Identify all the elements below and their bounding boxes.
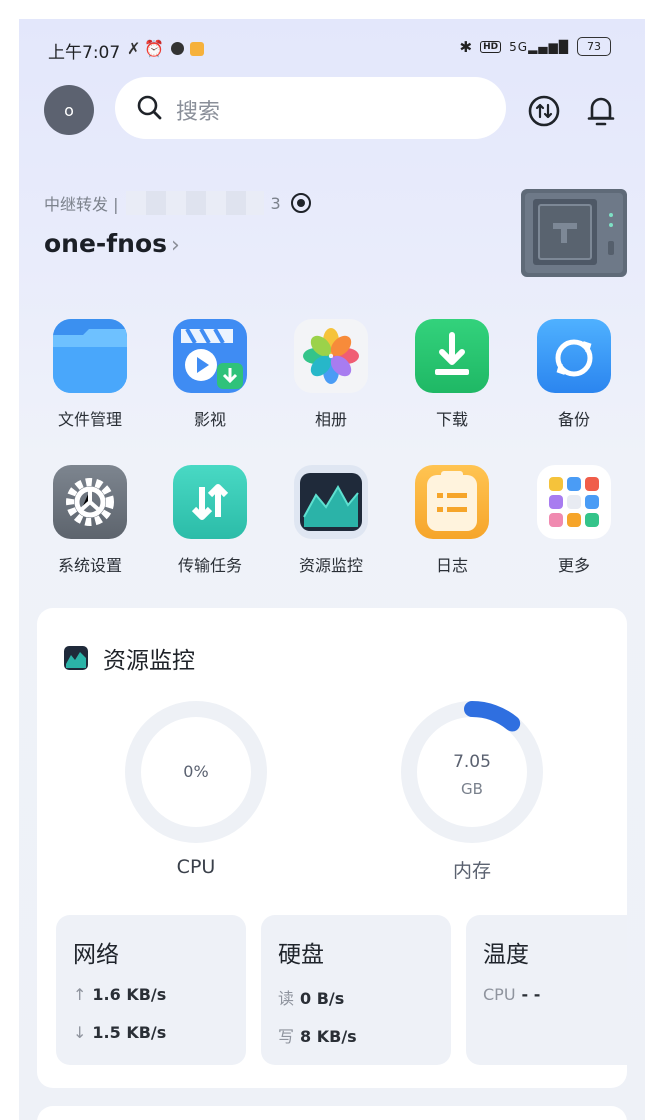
network-title: 网络 (73, 942, 119, 968)
memory-gauge-ring (401, 701, 543, 843)
app-label: 传输任务 (177, 556, 242, 575)
app-resource-monitor[interactable]: 资源监控 (279, 465, 383, 576)
nas-device-image (521, 189, 627, 277)
connection-info: 中继转发 | 3 (44, 191, 313, 215)
cpu-label: CPU (176, 856, 216, 878)
film-icon (173, 319, 247, 393)
disk-stat-card[interactable]: 硬盘 读 0 B/s 写 8 KB/s (261, 915, 451, 1065)
app-label: 影视 (193, 410, 226, 429)
app-label: 备份 (557, 410, 590, 429)
download-icon (415, 319, 489, 393)
app-label: 更多 (557, 556, 590, 575)
temperature-stat-card[interactable]: 温度 CPU - - (466, 915, 627, 1065)
memory-value: 7.05 (453, 752, 491, 772)
battery-level: 73 (587, 40, 601, 53)
hd-voice-icon: HD (480, 40, 502, 53)
connection-label: 中继转发 | (44, 195, 119, 214)
app-log[interactable]: 日志 (400, 465, 504, 576)
dnd-off-icon: ✗ (127, 39, 145, 58)
signal-icon: 5G▂▄▆█ (509, 39, 569, 54)
arrow-up-icon: ↑ (73, 985, 87, 1004)
app-photos[interactable]: 相册 (279, 319, 383, 430)
transfer-status-icon[interactable] (526, 93, 562, 129)
card-title: 资源监控 (63, 641, 195, 675)
disk-write: 写 8 KB/s (278, 1023, 357, 1047)
status-time: 上午7:07 (48, 43, 121, 63)
app-label: 日志 (435, 556, 468, 575)
bluetooth-icon: ✱ (459, 37, 473, 56)
app-more[interactable]: 更多 (522, 465, 626, 576)
chevron-right-icon: › (171, 233, 180, 258)
memory-unit: GB (461, 780, 483, 798)
disk-write-value: 8 KB/s (300, 1027, 357, 1046)
disk-read-value: 0 B/s (300, 989, 345, 1008)
network-upload: ↑ 1.6 KB/s (73, 985, 166, 1004)
temperature-title: 温度 (483, 942, 529, 968)
disk-read-label: 读 (278, 989, 295, 1008)
device-name: one-fnos (44, 229, 168, 258)
app-notification-icon (171, 42, 185, 55)
app-file-manager[interactable]: 文件管理 (38, 319, 142, 430)
app-notification-icon-2 (190, 42, 205, 56)
folder-icon (53, 319, 127, 393)
app-label: 资源监控 (298, 556, 363, 575)
memory-gauge: 7.05 GB (400, 700, 544, 844)
status-notification-icons: ✗⏰ (127, 39, 205, 58)
network-stat-card[interactable]: 网络 ↑ 1.6 KB/s ↓ 1.5 KB/s (56, 915, 246, 1065)
app-label: 下载 (435, 410, 468, 429)
photos-icon (294, 319, 368, 393)
app-video[interactable]: 影视 (158, 319, 262, 430)
network-upload-value: 1.6 KB/s (92, 985, 167, 1004)
log-icon (415, 465, 489, 539)
resource-monitor-card[interactable]: 资源监控 0% CPU 7.05 GB 内存 网络 ↑ 1.6 KB/s ↓ 1.5… (37, 608, 627, 1088)
alarm-icon: ⏰ (144, 39, 169, 58)
app-label: 系统设置 (57, 556, 122, 575)
network-type: 5G (509, 39, 529, 54)
disk-write-label: 写 (278, 1027, 295, 1046)
masked-address-suffix: 3 (270, 193, 281, 213)
app-label: 相册 (314, 410, 347, 429)
memory-label: 内存 (452, 860, 491, 882)
app-download[interactable]: 下载 (400, 319, 504, 430)
status-bar: 上午7:07 ✗⏰ ✱ HD 5G▂▄▆█ 73 (19, 19, 645, 77)
network-download: ↓ 1.5 KB/s (73, 1023, 166, 1042)
more-apps-icon (537, 465, 611, 539)
card-title-text: 资源监控 (103, 648, 195, 674)
network-download-value: 1.5 KB/s (92, 1023, 167, 1042)
transfer-icon (173, 465, 247, 539)
user-avatar[interactable]: o (44, 85, 94, 135)
eye-icon[interactable] (289, 191, 313, 215)
search-placeholder: 搜索 (176, 100, 221, 125)
disk-read: 读 0 B/s (278, 985, 344, 1009)
app-screen: 上午7:07 ✗⏰ ✱ HD 5G▂▄▆█ 73 o 搜索 中继转发 | 3 o… (19, 19, 645, 1120)
cpu-gauge: 0% (124, 700, 268, 844)
status-right-icons: ✱ HD 5G▂▄▆█ 73 (460, 37, 611, 56)
temperature-cpu-label: CPU (483, 985, 516, 1004)
app-backup[interactable]: 备份 (522, 319, 626, 430)
bell-icon[interactable] (583, 93, 619, 129)
resource-monitor-icon (64, 646, 88, 670)
cpu-value: 0% (183, 762, 209, 781)
search-icon (137, 95, 162, 120)
temperature-cpu: CPU - - (483, 985, 540, 1004)
battery-icon: 73 (577, 37, 611, 56)
resource-monitor-icon (294, 465, 368, 539)
temperature-cpu-value: - - (521, 985, 541, 1004)
app-system-settings[interactable]: 系统设置 (38, 465, 142, 576)
next-card-edge (37, 1106, 627, 1120)
settings-gear-icon (53, 465, 127, 539)
backup-icon (537, 319, 611, 393)
arrow-down-icon: ↓ (73, 1023, 87, 1042)
disk-title: 硬盘 (278, 942, 324, 968)
masked-address (126, 191, 265, 215)
device-name-link[interactable]: one-fnos › (44, 229, 180, 258)
search-bar[interactable]: 搜索 (115, 77, 506, 139)
avatar-letter: o (64, 100, 74, 120)
app-transfer-tasks[interactable]: 传输任务 (158, 465, 262, 576)
app-label: 文件管理 (57, 410, 122, 429)
